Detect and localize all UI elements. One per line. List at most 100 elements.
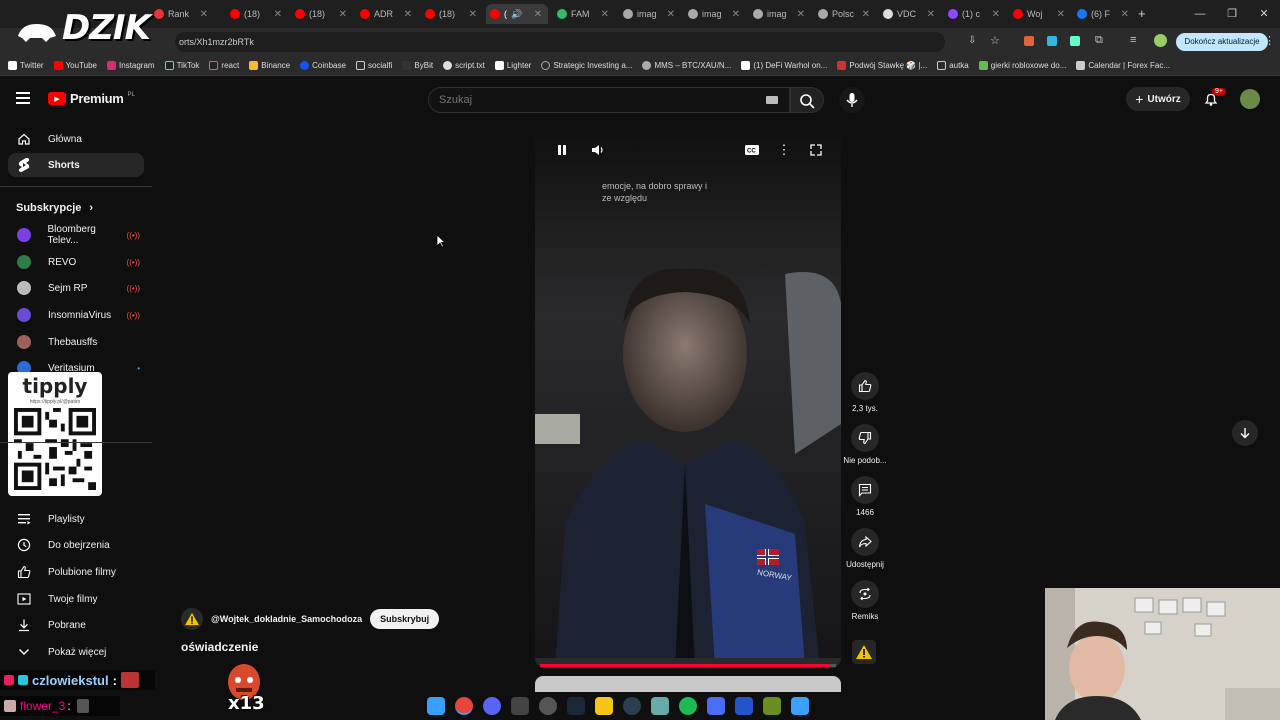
browser-tab[interactable]: (18) ✕ [291,4,353,24]
close-tab-icon[interactable]: ✕ [404,9,418,20]
search-button[interactable] [790,87,824,113]
remix-button[interactable]: Remiks [842,580,888,621]
browser-tab[interactable]: VDC ✕ [879,4,941,24]
discord-icon[interactable] [483,697,501,715]
video-more-button[interactable]: ⋮ [774,140,794,160]
channel-handle[interactable]: @Wojtek_dokladnie_Samochodoza [211,614,362,624]
browser-tab[interactable]: imag ✕ [684,4,746,24]
extension-icon[interactable] [1070,36,1080,46]
sidebar-sub-insomnia[interactable]: InsomniaVirus ((•)) [8,304,144,326]
extension-icon[interactable] [1024,36,1034,46]
close-tab-icon[interactable]: ✕ [601,9,615,20]
hamburger-menu-icon[interactable] [16,92,30,104]
extension-icon[interactable] [1047,36,1057,46]
bookmark-gierki[interactable]: gierki robloxowe do... [978,61,1066,70]
youtube-premium-logo[interactable]: ▶ Premium PL [48,91,135,106]
sidebar-item-downloads[interactable]: Pobrane [8,613,144,637]
browser-tab[interactable]: (1) c ✕ [944,4,1006,24]
url-field[interactable]: orts/Xh1mzr2bRTk [175,32,945,52]
browser-tab-active[interactable]: (🔊 ✕ [486,4,548,24]
close-tab-icon[interactable]: ✕ [797,9,811,20]
bookmark-youtube[interactable]: YouTube [53,61,97,70]
subscribe-button[interactable]: Subskrybuj [370,609,440,629]
close-tab-icon[interactable]: ✕ [732,9,746,20]
bookmark-bybit[interactable]: ByBit [402,61,433,70]
bookmark-react[interactable]: react [209,61,239,70]
bookmark-coinbase[interactable]: Coinbase [300,61,346,70]
volume-button[interactable] [588,140,608,160]
keyboard-icon[interactable] [766,96,778,104]
pause-button[interactable] [552,140,572,160]
sidebar-sub-revo[interactable]: REVO ((•)) [8,251,144,273]
close-tab-icon[interactable]: ✕ [200,9,214,20]
close-tab-icon[interactable]: ✕ [667,9,681,20]
tab-search-icon[interactable]: ≡ [1130,34,1136,46]
browser-tab[interactable]: Rank ✕ [150,4,214,24]
minimize-icon[interactable]: — [1184,0,1216,28]
bookmark-script[interactable]: script.txt [443,61,485,70]
bookmark-lighter[interactable]: Lighter [494,61,531,70]
share-button[interactable]: Udostępnij [842,528,888,569]
steam-icon[interactable] [567,697,585,715]
browser-tab[interactable]: Polsc ✕ [814,4,876,24]
taskbar-app-icon[interactable] [623,697,641,715]
bookmark-podwoj[interactable]: Podwój Stawkę 🎲 |... [837,61,927,70]
windows-start-icon[interactable] [427,697,445,715]
browser-tab[interactable]: (18) ✕ [421,4,483,24]
dislike-button[interactable]: Nie podob... [842,424,888,465]
sidebar-item-liked[interactable]: Polubione filmy [8,560,144,584]
fullscreen-button[interactable] [806,140,826,160]
captions-button[interactable]: CC [742,140,762,160]
taskbar-app-icon[interactable] [539,697,557,715]
voice-search-button[interactable] [839,87,865,113]
taskbar-app-icon[interactable] [651,697,669,715]
sidebar-item-home[interactable]: Główna [8,127,144,151]
like-button[interactable]: 2,3 tys. [842,372,888,413]
comments-button[interactable]: 1466 [842,476,888,517]
next-short-button[interactable] [1232,420,1258,446]
bookmark-tiktok[interactable]: TikTok [164,61,199,70]
browser-tab[interactable]: ADR ✕ [356,4,418,24]
close-tab-icon[interactable]: ✕ [274,9,288,20]
short-video-player[interactable]: NORWAY [535,124,841,668]
close-window-icon[interactable]: ✕ [1248,0,1280,28]
bookmark-folder[interactable]: socialfi [355,61,392,70]
account-avatar[interactable] [1240,89,1260,109]
channel-thumbnail-button[interactable] [852,640,876,664]
channel-avatar[interactable] [181,608,203,630]
sidebar-item-shorts[interactable]: Shorts [8,153,144,177]
sidebar-sub-bloomberg[interactable]: Bloomberg Telev... ((•)) [8,224,144,246]
sidebar-item-show-more[interactable]: Pokaż więcej [8,640,144,664]
browser-tab[interactable]: FAM ✕ [553,4,615,24]
browser-tab[interactable]: Woj ✕ [1009,4,1071,24]
bookmark-star-icon[interactable]: ☆ [990,34,1000,47]
taskbar-app-icon[interactable] [735,697,753,715]
taskbar-app-icon[interactable] [763,697,781,715]
browser-tab[interactable]: (18) ✕ [226,4,288,24]
file-explorer-icon[interactable] [595,697,613,715]
browser-tab[interactable]: imag ✕ [619,4,681,24]
chrome-icon[interactable] [455,697,473,715]
maximize-icon[interactable]: ❐ [1216,0,1248,28]
bookmark-mms[interactable]: MMS – BTC/XAU/N... [642,61,731,70]
install-app-icon[interactable]: ⇩ [968,35,976,46]
profile-avatar[interactable] [1154,34,1167,47]
close-tab-icon[interactable]: ✕ [1057,9,1071,20]
browser-tab[interactable]: (6) F ✕ [1073,4,1135,24]
close-tab-icon[interactable]: ✕ [534,9,548,20]
bookmark-binance[interactable]: Binance [249,61,290,70]
close-tab-icon[interactable]: ✕ [1121,9,1135,20]
sidebar-item-your-videos[interactable]: Twoje filmy [8,587,144,611]
sidebar-sub-sejm[interactable]: Sejm RP ((•)) [8,277,144,299]
bookmark-autka[interactable]: autka [937,61,969,70]
create-button[interactable]: + Utwórz [1126,87,1190,111]
bookmark-twitter[interactable]: Twitter [8,61,44,70]
bookmark-calendar[interactable]: Calendar | Forex Fac... [1076,61,1170,70]
bookmark-defi[interactable]: (1) DeFi Warhol on... [741,61,827,70]
browser-tab[interactable]: imag ✕ [749,4,811,24]
video-progress-bar[interactable] [540,664,836,667]
close-tab-icon[interactable]: ✕ [927,9,941,20]
close-tab-icon[interactable]: ✕ [862,9,876,20]
bookmark-strategic[interactable]: Strategic Investing a... [541,61,632,70]
sidebar-item-playlists[interactable]: Playlisty [8,507,144,531]
